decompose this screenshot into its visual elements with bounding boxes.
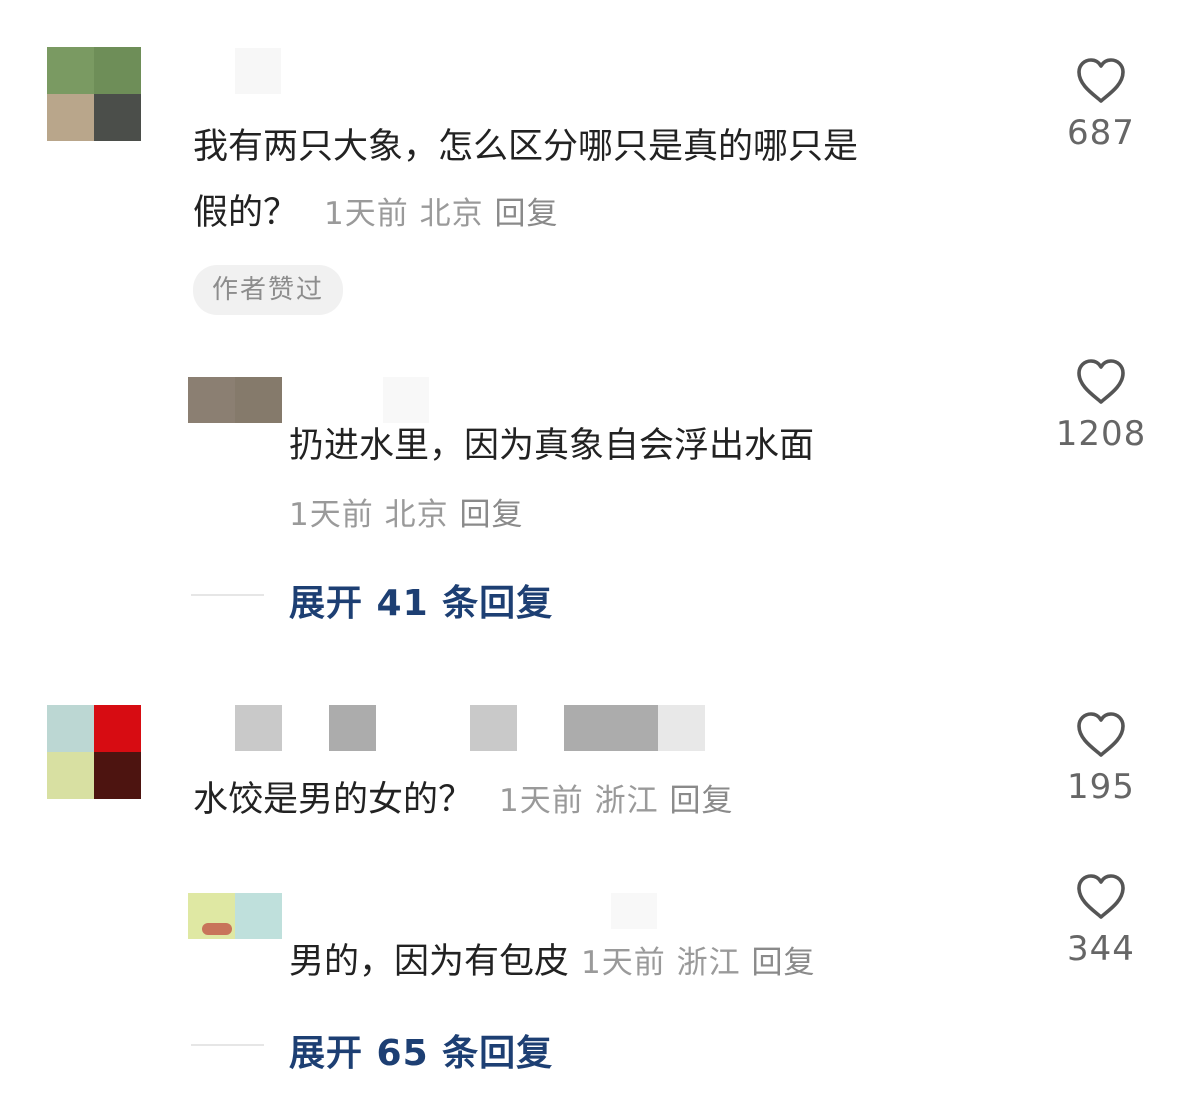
reply-time: 1天前: [289, 497, 374, 533]
reply-button[interactable]: 回复: [459, 497, 523, 533]
reply-text: 扔进水里，因为真象自会浮出水面: [289, 426, 815, 466]
heart-icon[interactable]: [1075, 873, 1127, 921]
reply-button[interactable]: 回复: [669, 783, 733, 819]
reply-location: 北京: [384, 497, 449, 533]
avatar[interactable]: [188, 893, 282, 939]
like-button[interactable]: 1208: [1041, 358, 1161, 454]
like-count: 1208: [1055, 414, 1147, 454]
like-count: 195: [1067, 767, 1135, 807]
reply-location: 浙江: [676, 945, 741, 981]
like-button[interactable]: 195: [1041, 711, 1161, 807]
divider: [191, 1044, 264, 1046]
expand-replies-button[interactable]: 展开 41 条回复: [289, 574, 553, 626]
avatar[interactable]: [47, 705, 141, 799]
like-count: 687: [1067, 113, 1135, 153]
comment-text: 水饺是男的女的？ 1天前 浙江 回复: [193, 780, 734, 820]
comment-time: 1天前: [324, 196, 409, 232]
heart-icon[interactable]: [1075, 57, 1127, 105]
heart-icon[interactable]: [1075, 711, 1127, 759]
avatar[interactable]: [188, 377, 282, 423]
like-button[interactable]: 687: [1041, 57, 1161, 153]
avatar[interactable]: [47, 47, 141, 141]
comment-text: 我有两只大象，怎么区分哪只是真的哪只是 假的？ 1天前 北京 回复: [193, 127, 859, 233]
comment-time: 1天前: [499, 783, 584, 819]
username-blurred[interactable]: [611, 893, 657, 929]
comment-location: 北京: [419, 196, 484, 232]
reply-text: 男的，因为有包皮 1天前 浙江 回复: [289, 942, 816, 982]
reply-button[interactable]: 回复: [494, 196, 558, 232]
reply-button[interactable]: 回复: [751, 945, 815, 981]
heart-icon[interactable]: [1075, 358, 1127, 406]
reply-time: 1天前: [581, 945, 666, 981]
comment-location: 浙江: [594, 783, 659, 819]
like-button[interactable]: 344: [1041, 873, 1161, 969]
username-blurred[interactable]: [235, 48, 281, 94]
author-liked-badge: 作者赞过: [193, 265, 344, 315]
like-count: 344: [1067, 929, 1135, 969]
divider: [191, 594, 264, 596]
expand-replies-button[interactable]: 展开 65 条回复: [289, 1024, 553, 1076]
